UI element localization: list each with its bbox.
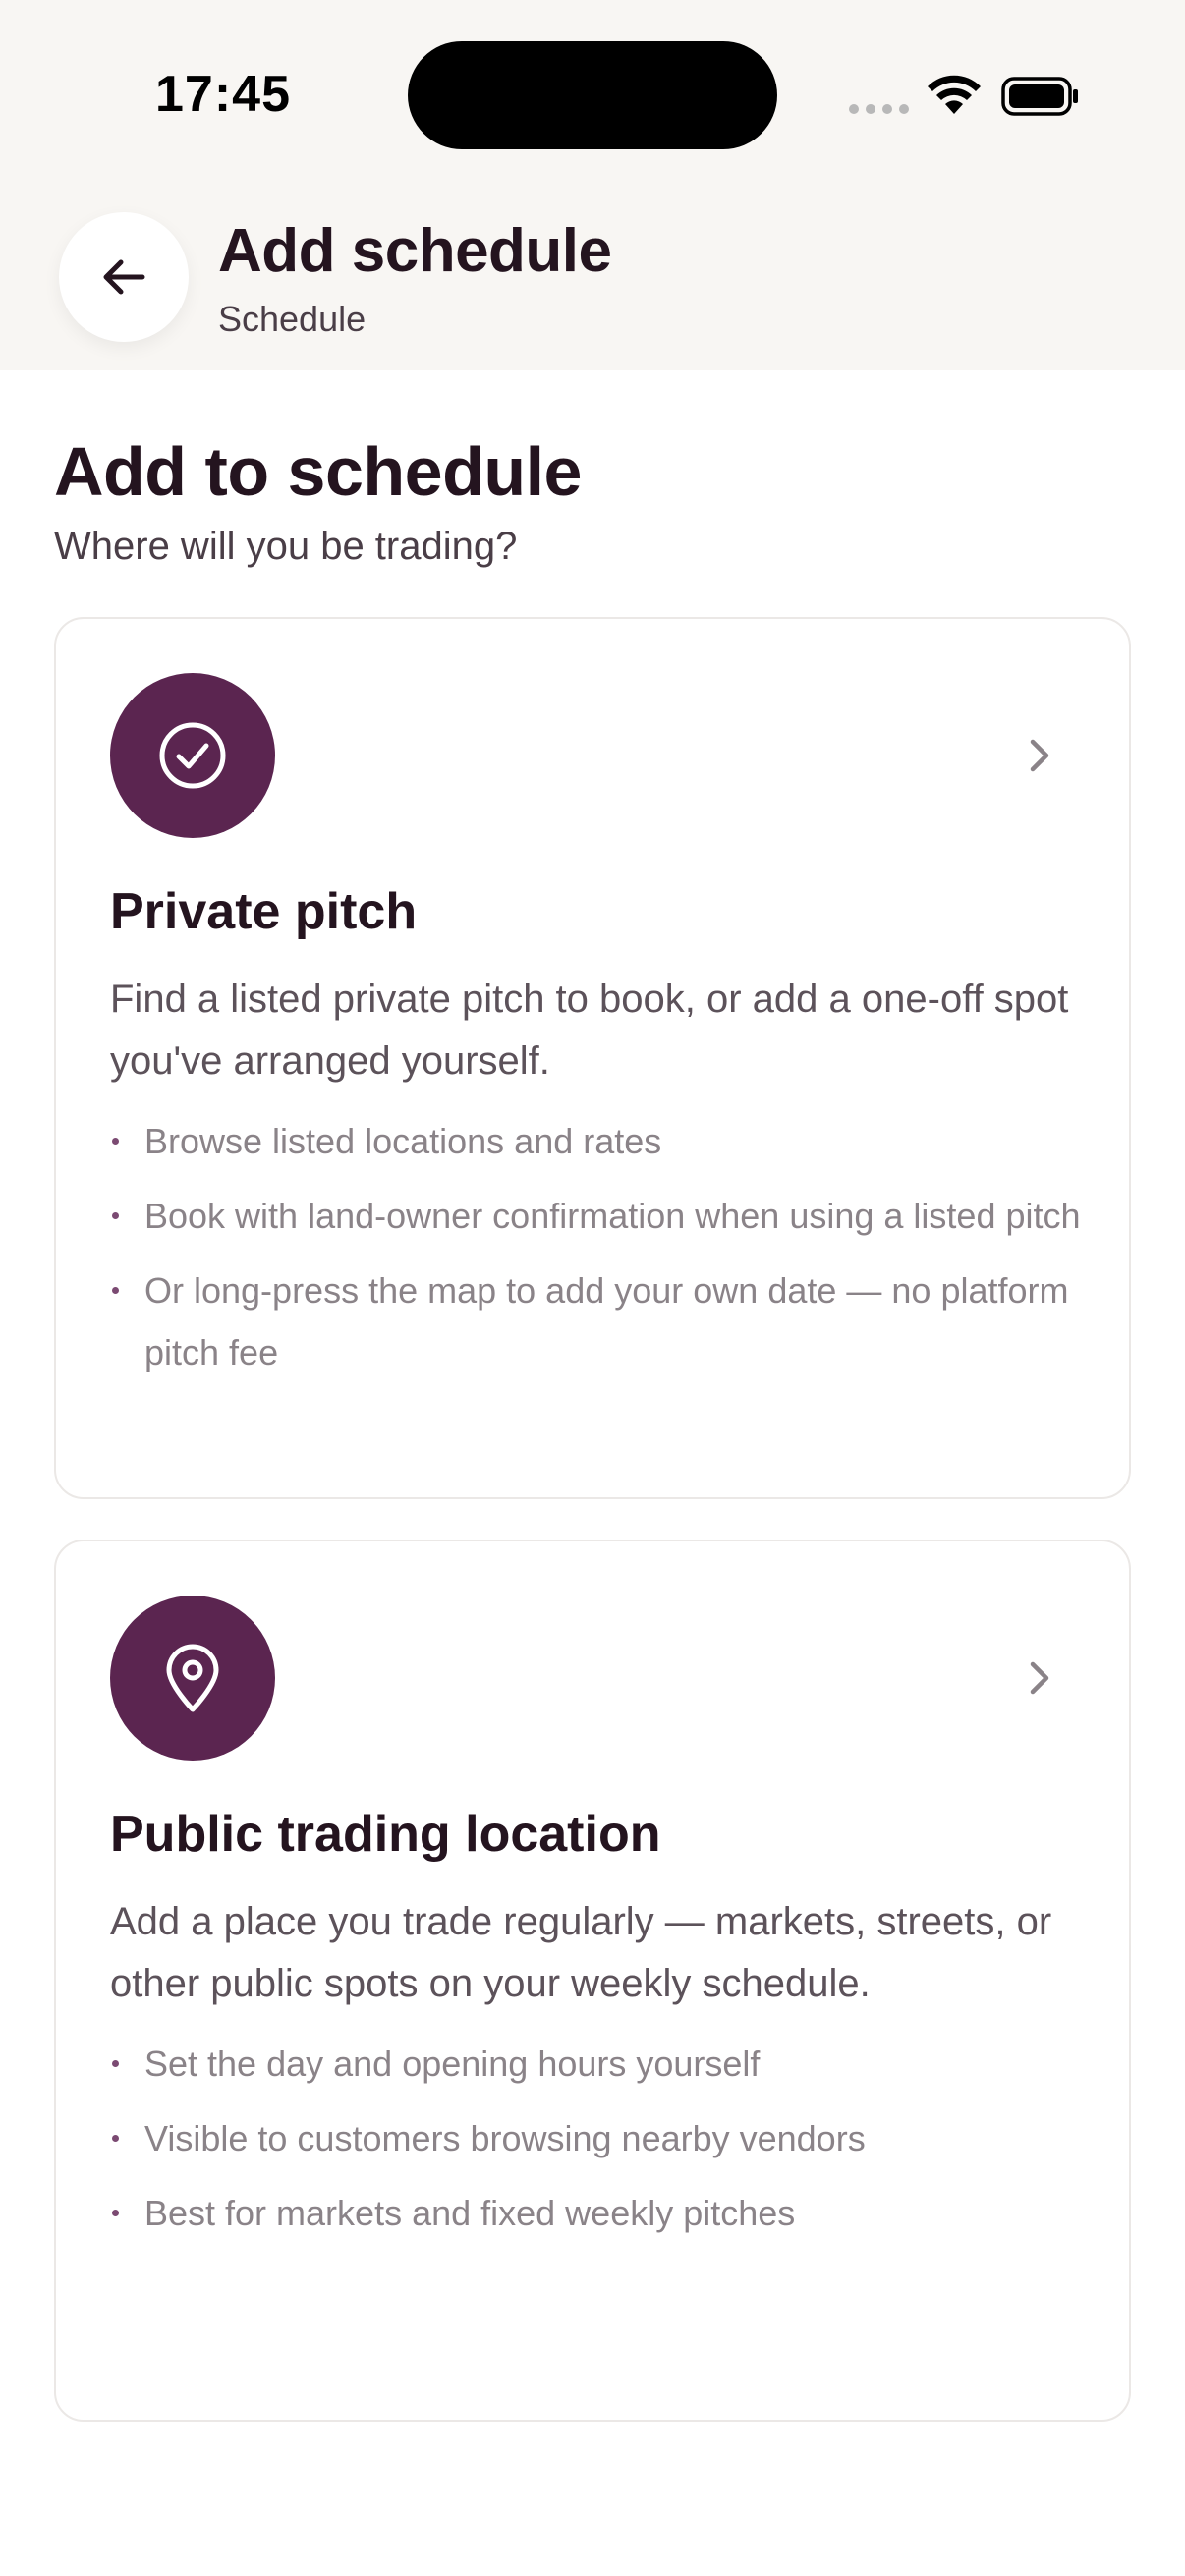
battery-icon (1001, 77, 1078, 116)
chevron-right-icon (1030, 739, 1049, 772)
back-button[interactable] (59, 212, 189, 342)
card-bullet-list: Browse listed locations and rates Book w… (110, 1110, 1093, 1396)
public-trading-location-card[interactable]: Public trading location Add a place you … (54, 1540, 1131, 2422)
header: Add schedule Schedule (0, 187, 1185, 370)
status-time: 17:45 (155, 66, 291, 123)
card-description: Find a listed private pitch to book, or … (110, 978, 1069, 1083)
arrow-left-icon (103, 259, 145, 295)
wifi-icon (928, 75, 981, 114)
list-item: Best for markets and fixed weekly pitche… (110, 2182, 1093, 2244)
card-description: Add a place you trade regularly — market… (110, 1900, 1052, 2005)
check-circle-icon (159, 722, 226, 789)
card-title: Public trading location (110, 1806, 661, 1863)
list-item: Browse listed locations and rates (110, 1110, 1093, 1172)
list-item: Book with land-owner confirmation when u… (110, 1185, 1093, 1247)
header-subtitle: Schedule (218, 299, 367, 339)
cellular-signal-icon (849, 104, 909, 114)
chevron-right-icon (1030, 1661, 1049, 1695)
map-pin-icon (166, 1644, 219, 1712)
list-item: Set the day and opening hours yourself (110, 2033, 1093, 2095)
page-subheading: Where will you be trading? (54, 525, 518, 568)
header-title: Add schedule (218, 217, 612, 285)
dynamic-island (408, 41, 777, 149)
private-pitch-card[interactable]: Private pitch Find a listed private pitc… (54, 617, 1131, 1499)
status-bar: 17:45 (0, 0, 1185, 187)
public-location-icon-badge (110, 1596, 275, 1761)
private-pitch-icon-badge (110, 673, 275, 838)
list-item: Visible to customers browsing nearby ven… (110, 2107, 1093, 2169)
list-item: Or long-press the map to add your own da… (110, 1260, 1093, 1383)
card-title: Private pitch (110, 883, 418, 940)
page-heading: Add to schedule (54, 433, 582, 510)
card-bullet-list: Set the day and opening hours yourself V… (110, 2033, 1093, 2257)
